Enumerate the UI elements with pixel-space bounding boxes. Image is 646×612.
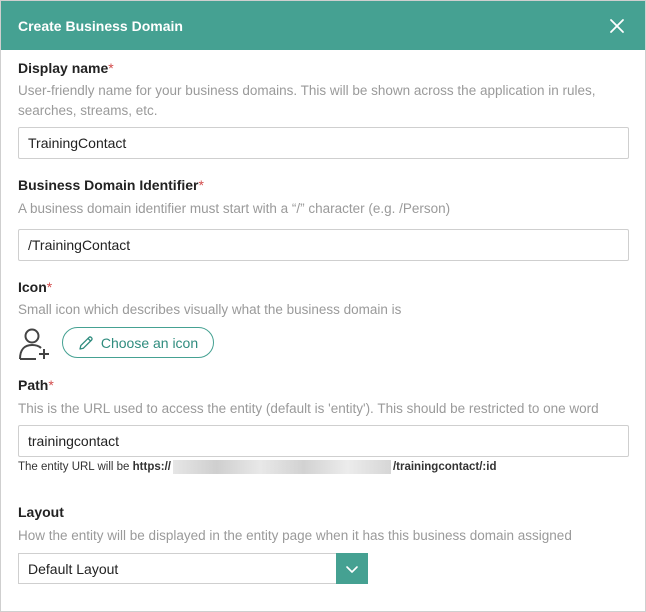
dialog-title: Create Business Domain xyxy=(18,17,183,34)
display-name-input[interactable] xyxy=(18,127,629,159)
close-button[interactable] xyxy=(607,16,627,36)
entity-url-preview: The entity URL will be https:// /training… xyxy=(18,460,496,474)
choose-icon-button[interactable]: Choose an icon xyxy=(62,327,214,358)
user-plus-icon xyxy=(19,328,49,360)
path-help: This is the URL used to access the entit… xyxy=(18,401,599,416)
path-label-text: Path xyxy=(18,377,49,393)
pencil-icon xyxy=(79,335,93,350)
url-suffix: /trainingcontact/:id xyxy=(392,461,497,473)
layout-selected-value: Default Layout xyxy=(28,560,119,577)
required-mark: * xyxy=(46,279,53,295)
layout-dropdown-button[interactable] xyxy=(336,553,368,584)
url-scheme: https:// xyxy=(132,461,171,473)
identifier-label-text: Business Domain Identifier xyxy=(18,177,199,193)
icon-help: Small icon which describes visually what… xyxy=(18,302,402,317)
layout-select[interactable]: Default Layout xyxy=(18,553,368,584)
url-prefix: The entity URL will be xyxy=(18,461,130,473)
identifier-label: Business Domain Identifier* xyxy=(18,177,204,193)
display-name-label: Display name* xyxy=(18,60,114,76)
required-mark: * xyxy=(198,177,204,193)
identifier-input[interactable] xyxy=(18,229,629,261)
icon-label: Icon* xyxy=(18,279,52,295)
required-mark: * xyxy=(108,60,114,76)
identifier-help: A business domain identifier must start … xyxy=(18,201,451,216)
display-name-help: User-friendly name for your business dom… xyxy=(18,83,596,118)
close-icon xyxy=(610,18,624,33)
redacted-host xyxy=(172,460,391,474)
create-business-domain-dialog: Create Business Domain Display name* Use… xyxy=(0,0,646,612)
choose-icon-label: Choose an icon xyxy=(100,334,199,351)
layout-help: How the entity will be displayed in the … xyxy=(18,528,572,543)
path-label: Path* xyxy=(18,377,54,393)
display-name-label-text: Display name xyxy=(18,60,109,76)
chevron-down-icon xyxy=(346,565,358,573)
icon-label-text: Icon xyxy=(18,279,47,295)
path-input[interactable] xyxy=(18,425,629,457)
dialog-header: Create Business Domain xyxy=(1,1,645,50)
required-mark: * xyxy=(48,377,54,393)
layout-label: Layout xyxy=(18,504,64,520)
